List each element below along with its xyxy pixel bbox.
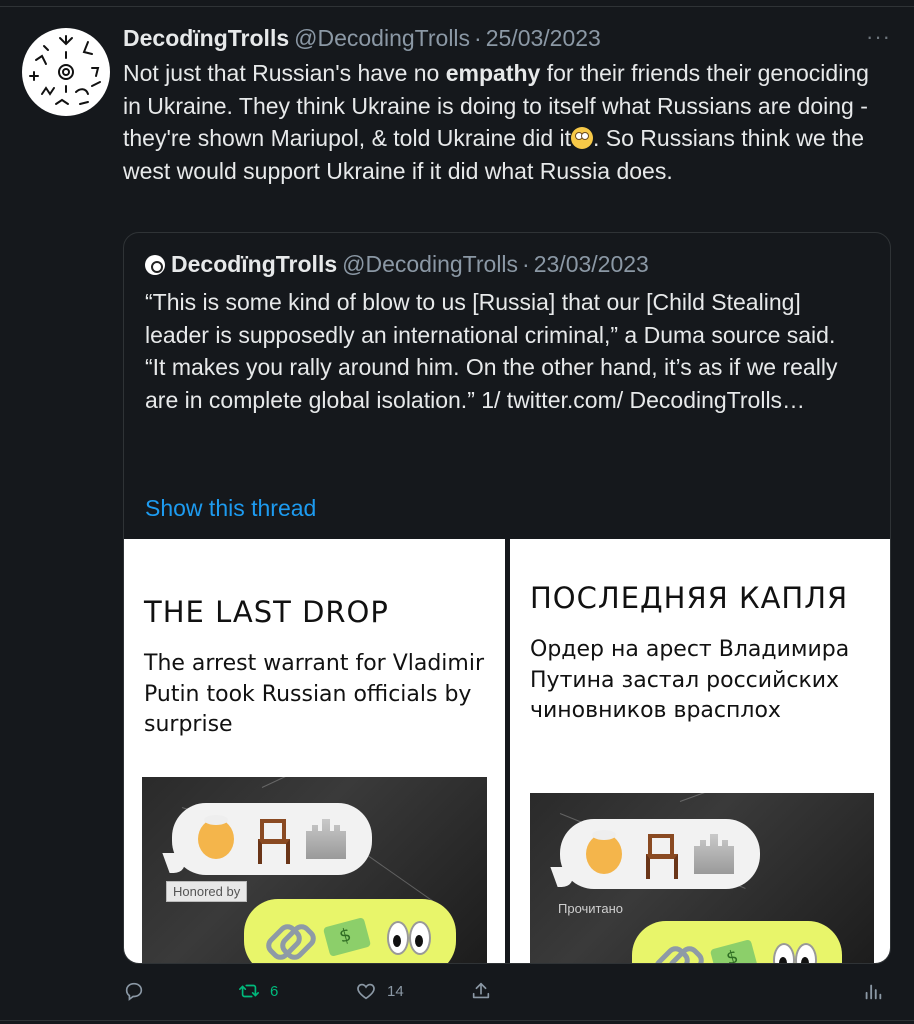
message-bubble-lime bbox=[632, 921, 842, 963]
money-with-wings-icon bbox=[709, 939, 759, 963]
tweet-date[interactable]: 25/03/2023 bbox=[486, 24, 601, 52]
quote-text-line1: “This is some kind of blow to us [Russia… bbox=[145, 289, 836, 348]
retweet-button[interactable]: 6 bbox=[238, 980, 278, 1002]
castle-icon bbox=[694, 834, 734, 874]
link-icon bbox=[657, 944, 695, 963]
like-button[interactable]: 14 bbox=[355, 980, 404, 1002]
image-title: ПОСЛЕДНЯЯ КАПЛЯ bbox=[530, 581, 849, 615]
tweet-text: Not just that Russian's have no empathy … bbox=[123, 57, 893, 187]
share-icon bbox=[472, 982, 490, 999]
analytics-button[interactable] bbox=[862, 980, 884, 1002]
eyes-icon bbox=[773, 943, 817, 963]
image-english[interactable]: THE LAST DROP The arrest warrant for Vla… bbox=[124, 539, 505, 963]
image-subtitle: Ордер на арест Владимира Путина застал р… bbox=[530, 637, 850, 723]
heart-icon bbox=[357, 983, 375, 1000]
share-button[interactable] bbox=[470, 980, 492, 1002]
retweet-icon bbox=[239, 984, 259, 998]
honored-by-tag: Honored by bbox=[166, 881, 248, 902]
old-man-icon bbox=[198, 815, 234, 859]
link-icon bbox=[269, 922, 307, 952]
old-man-icon bbox=[586, 830, 622, 874]
image-photo: Honored by bbox=[142, 727, 487, 963]
quote-author-name: DecodïngTrolls bbox=[171, 251, 338, 277]
money-with-wings-icon bbox=[322, 917, 372, 957]
quote-text: “This is some kind of blow to us [Russia… bbox=[145, 286, 865, 416]
quote-date: 23/03/2023 bbox=[533, 251, 649, 277]
quote-header: DecodïngTrolls @DecodingTrolls · 23/03/2… bbox=[145, 251, 649, 278]
tweet-header: DecodïngTrolls @DecodingTrolls · 25/03/2… bbox=[123, 24, 893, 52]
tweet-actions: 6 14 bbox=[0, 978, 914, 1008]
analytics-icon bbox=[865, 984, 882, 1000]
chair-icon bbox=[646, 834, 678, 879]
castle-icon bbox=[306, 819, 346, 859]
read-receipt-tag: Прочитано bbox=[558, 901, 623, 916]
quote-author-handle: @DecodingTrolls bbox=[342, 251, 519, 277]
message-bubble-white bbox=[172, 803, 372, 875]
quote-text-line2: “It makes you rally around him. On the o… bbox=[145, 354, 838, 413]
quote-separator: · bbox=[522, 251, 530, 277]
author-name[interactable]: DecodïngTrolls bbox=[123, 24, 289, 52]
like-count: 14 bbox=[387, 982, 404, 1000]
retweet-count: 6 bbox=[270, 982, 279, 1000]
eyes-icon bbox=[386, 921, 431, 955]
image-subtitle: The arrest warrant for Vladimir Putin to… bbox=[144, 651, 485, 737]
bottom-divider bbox=[0, 1020, 914, 1021]
chair-icon bbox=[258, 819, 290, 864]
image-title: THE LAST DROP bbox=[144, 595, 389, 629]
tweet-text-part1: Not just that Russian's have no bbox=[123, 60, 446, 86]
image-photo: Прочитано bbox=[530, 749, 874, 963]
image-russian[interactable]: ПОСЛЕДНЯЯ КАПЛЯ Ордер на арест Владимира… bbox=[510, 539, 890, 963]
tweet-text-bold: empathy bbox=[445, 60, 541, 86]
glass-crack bbox=[679, 749, 822, 802]
reply-icon bbox=[125, 982, 143, 1001]
top-divider bbox=[0, 6, 914, 7]
author-handle[interactable]: @DecodingTrolls bbox=[294, 24, 470, 52]
reply-button[interactable] bbox=[123, 980, 145, 1002]
quoted-tweet[interactable]: DecodïngTrolls @DecodingTrolls · 23/03/2… bbox=[123, 232, 891, 964]
show-thread-link[interactable]: Show this thread bbox=[145, 495, 316, 522]
quote-avatar bbox=[145, 254, 165, 275]
message-bubble-white bbox=[560, 819, 760, 889]
more-options-icon[interactable]: ··· bbox=[866, 24, 891, 50]
face-with-rolling-eyes-icon bbox=[571, 127, 593, 149]
tweet[interactable]: DecodïngTrolls @DecodingTrolls · 25/03/2… bbox=[123, 24, 893, 187]
message-bubble-lime bbox=[244, 899, 456, 963]
header-separator: · bbox=[474, 25, 482, 51]
author-avatar[interactable] bbox=[22, 28, 110, 116]
